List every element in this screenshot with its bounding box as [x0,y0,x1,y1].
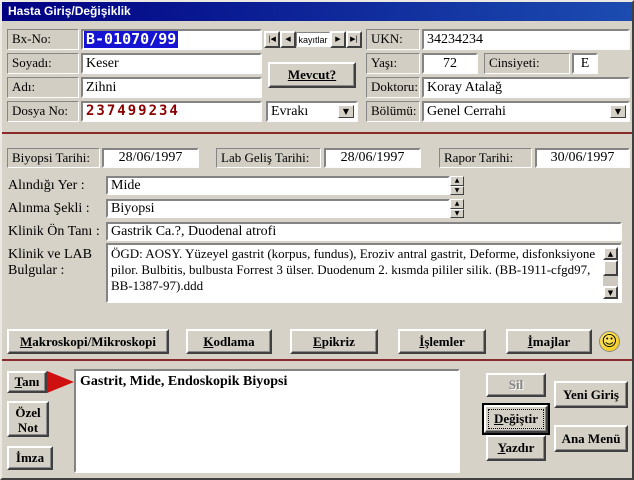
separator-line-top [2,132,632,134]
soyadi-field[interactable]: Keser [81,53,262,74]
yeni-giris-button[interactable]: Yeni Giriş [554,381,628,408]
doktoru-label: Doktoru: [366,77,420,98]
alinma-sekli-spinner[interactable]: ▲ ▼ [450,199,464,218]
nav-last-button[interactable]: ▶| [346,31,362,48]
ukn-label: UKN: [366,29,420,50]
bulgular-label: Klinik ve LAB Bulgular : [8,247,92,278]
window-title: Hasta Giriş/Değişiklik [8,4,131,18]
tani-button[interactable]: Tanı [7,371,47,393]
chevron-down-icon[interactable]: ▼ [610,105,626,118]
dosya-no-value: 237499234 [86,103,180,119]
spin-down-icon[interactable]: ▼ [450,208,464,218]
tani-textarea[interactable]: Gastrit, Mide, Endoskopik Biyopsi [74,369,460,473]
rapor-tarihi-field[interactable]: 30/06/1997 [535,148,630,168]
bxno-value: B-01070/99 [84,30,179,48]
degistir-button[interactable]: Değiştir [482,403,550,435]
ukn-field[interactable]: 34234234 [422,29,630,50]
kodlama-button[interactable]: Kodlama [186,329,272,354]
titlebar: Hasta Giriş/Değişiklik [2,2,632,21]
alinma-sekli-field[interactable]: Biyopsi [106,199,450,218]
scroll-up-icon[interactable]: ▲ [603,247,618,260]
alindigi-yer-field[interactable]: Mide [106,176,450,195]
klinik-on-tani-field[interactable]: Gastrik Ca.?, Duodenal atrofi [106,222,622,241]
separator-line-bottom [2,359,632,361]
scroll-down-icon[interactable]: ▼ [603,286,618,299]
evraki-value: Evrakı [271,104,309,119]
records-box: kayıtlar [296,32,330,47]
bolumu-combobox[interactable]: Genel Cerrahi ▼ [422,101,630,122]
cinsiyeti-label: Cinsiyeti: [484,53,570,74]
spin-up-icon[interactable]: ▲ [450,199,464,209]
spin-up-icon[interactable]: ▲ [450,176,464,186]
alindigi-yer-label: Alındığı Yer : [8,178,85,193]
adi-field[interactable]: Zihni [81,77,262,98]
red-arrow-icon [47,371,74,393]
bxno-field[interactable]: B-01070/99 [81,29,262,50]
alindigi-yer-spinner[interactable]: ▲ ▼ [450,176,464,195]
klinik-on-tani-label: Klinik Ön Tanı : [8,224,100,239]
nav-next-button[interactable]: ▶ [330,31,346,48]
doktoru-field[interactable]: Koray Atalağ [422,77,630,98]
nav-prev-button[interactable]: ◀ [280,31,296,48]
epikriz-button[interactable]: Epikriz [290,329,378,354]
dosya-no-field[interactable]: 237499234 [81,101,262,122]
yasi-label: Yaşı: [366,53,420,74]
lab-gelis-tarihi-label: Lab Geliş Tarihi: [216,148,321,168]
bolumu-label: Bölümü: [366,101,420,122]
bolumu-value: Genel Cerrahi [427,104,506,119]
imajlar-button[interactable]: İmajlar [506,329,592,354]
sil-button: Sil [486,373,546,397]
biyopsi-tarihi-label: Biyopsi Tarihi: [7,148,100,168]
tani-text: Gastrit, Mide, Endoskopik Biyopsi [80,374,288,389]
patient-entry-window: Hasta Giriş/Değişiklik Bx-No: B-01070/99… [0,0,634,480]
evraki-combobox[interactable]: Evrakı ▼ [266,101,358,122]
cinsiyeti-field[interactable]: E [572,53,598,74]
ozel-not-button[interactable]: Özel Not [7,401,49,437]
ana-menu-button[interactable]: Ana Menü [554,425,628,452]
scrollbar-thumb[interactable] [603,260,618,276]
adi-label: Adı: [7,77,79,98]
yazdir-button[interactable]: Yazdır [486,435,546,461]
mevcut-button[interactable]: Mevcut? [268,62,356,88]
spin-down-icon[interactable]: ▼ [450,185,464,195]
bulgular-scrollbar[interactable]: ▲ ▼ [603,247,618,299]
bulgular-text: ÖGD: AOSY. Yüzeyel gastrit (korpus, fund… [111,246,596,293]
smiley-icon[interactable]: ☺ [599,331,620,352]
dosya-no-label: Dosya No: [7,101,79,122]
islemler-button[interactable]: İşlemler [398,329,486,354]
makroskopi-mikroskopi-button[interactable]: Makroskopi/Mikroskopi [7,329,169,354]
bulgular-field[interactable]: ÖGD: AOSY. Yüzeyel gastrit (korpus, fund… [106,243,622,303]
bxno-label: Bx-No: [7,29,79,50]
nav-first-button[interactable]: |◀ [264,31,280,48]
biyopsi-tarihi-field[interactable]: 28/06/1997 [102,148,199,168]
yasi-field[interactable]: 72 [422,53,478,74]
rapor-tarihi-label: Rapor Tarihi: [439,148,532,168]
soyadi-label: Soyadı: [7,53,79,74]
lab-gelis-tarihi-field[interactable]: 28/06/1997 [324,148,421,168]
imza-button[interactable]: İmza [7,446,53,470]
alinma-sekli-label: Alınma Şekli : [8,201,90,216]
chevron-down-icon[interactable]: ▼ [338,105,354,118]
